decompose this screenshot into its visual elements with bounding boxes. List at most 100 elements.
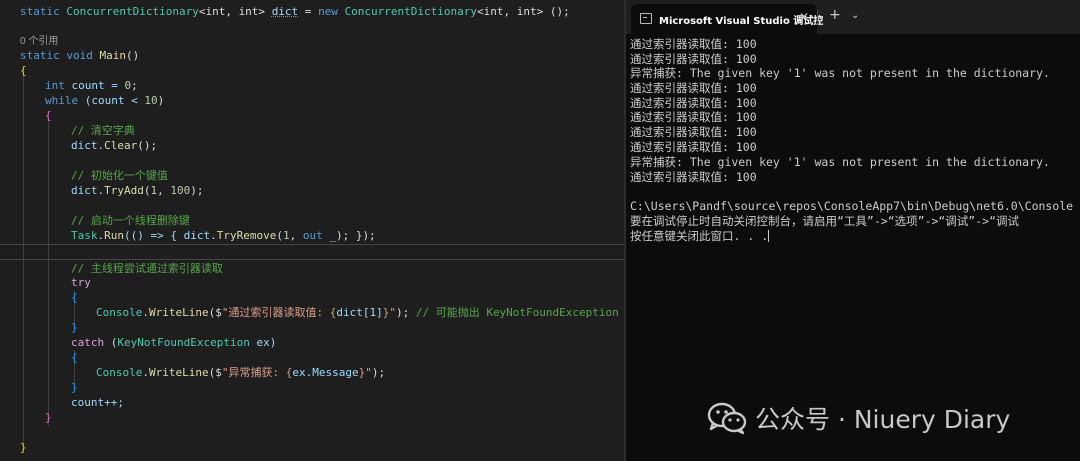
count-increment: count++; bbox=[71, 396, 124, 409]
keyword-try: try bbox=[71, 276, 91, 289]
catch-variable: ex) bbox=[249, 336, 277, 349]
output-line: 异常捕获: The given key '1' was not present … bbox=[630, 155, 1050, 169]
open-brace: { bbox=[71, 291, 78, 304]
dot: . bbox=[142, 306, 149, 319]
close-brace: } bbox=[45, 411, 52, 424]
interpolation-open: ($ bbox=[208, 306, 222, 319]
open-paren: ( bbox=[143, 184, 151, 197]
wechat-icon bbox=[707, 402, 747, 435]
method-main: Main bbox=[99, 49, 127, 62]
debug-console-window[interactable]: Microsoft Visual Studio 调试控 ✕ + ⌄ 通过索引器读… bbox=[626, 0, 1080, 461]
terminal-title-bar: Microsoft Visual Studio 调试控 ✕ + ⌄ bbox=[626, 0, 1080, 34]
code-line-console-exception[interactable]: Console.WriteLine($"异常捕获: {ex.Message}")… bbox=[96, 365, 385, 380]
console-icon bbox=[640, 13, 652, 24]
code-line-comment-clear[interactable]: // 清空字典 bbox=[71, 123, 135, 138]
output-line: 通过索引器读取值: 100 bbox=[630, 52, 757, 66]
output-line-path: C:\Users\Pandf\source\repos\ConsoleApp7\… bbox=[630, 199, 1074, 213]
code-line-dict-tryadd[interactable]: dict.TryAdd(1, 100); bbox=[71, 183, 204, 198]
keyword-out: out bbox=[302, 229, 323, 242]
code-line-close-brace[interactable]: } bbox=[71, 380, 78, 395]
while-condition: (count < bbox=[78, 94, 145, 107]
output-line: 通过索引器读取值: 100 bbox=[630, 170, 757, 184]
dot: . bbox=[142, 366, 149, 379]
method-tryadd: TryAdd bbox=[104, 184, 144, 197]
call-end: ); bbox=[371, 366, 386, 379]
close-brace: } bbox=[71, 381, 78, 394]
indent-guide bbox=[48, 118, 49, 426]
current-line-highlight bbox=[0, 244, 625, 260]
open-paren: ( bbox=[104, 336, 118, 349]
chevron-down-icon[interactable]: ⌄ bbox=[851, 10, 859, 21]
method-writeline: WriteLine bbox=[148, 366, 209, 379]
watermark: 公众号 · Niuery Diary bbox=[707, 398, 1010, 438]
codelens-reference-count[interactable]: 0 个引用 bbox=[20, 33, 58, 48]
assign-operator: = bbox=[298, 5, 319, 18]
output-line: 通过索引器读取值: 100 bbox=[630, 96, 757, 110]
code-line-close-brace[interactable]: } bbox=[20, 440, 27, 455]
code-line-while[interactable]: while (count < 10) bbox=[45, 93, 164, 108]
code-line-count-declaration[interactable]: int count = 0; bbox=[45, 78, 138, 93]
code-line-close-brace[interactable]: } bbox=[45, 410, 52, 425]
code-line-open-brace[interactable]: { bbox=[45, 108, 52, 123]
open-brace: { bbox=[45, 109, 52, 122]
code-line-open-brace[interactable]: { bbox=[71, 290, 78, 305]
code-line-catch[interactable]: catch (KeyNotFoundException ex) bbox=[71, 335, 276, 350]
close-brace: } bbox=[20, 441, 27, 454]
string-literal: "异常捕获: { bbox=[221, 366, 293, 379]
comment: // 可能抛出 KeyNotFoundException bbox=[409, 306, 619, 319]
code-line-comment-init[interactable]: // 初始化一个键值 bbox=[71, 168, 168, 183]
code-line-task-run[interactable]: Task.Run(() => { dict.TryRemove(1, out _… bbox=[71, 228, 376, 243]
code-line-comment-thread[interactable]: // 启动一个线程删除键 bbox=[71, 213, 190, 228]
code-line-console-read[interactable]: Console.WriteLine($"通过索引器读取值: {dict[1]}"… bbox=[96, 305, 619, 320]
close-tab-icon[interactable]: ✕ bbox=[799, 10, 809, 24]
dict-access: dict. bbox=[71, 139, 105, 152]
comment: // 主线程尝试通过索引器读取 bbox=[71, 262, 223, 275]
method-tryremove: TryRemove bbox=[216, 229, 277, 242]
output-line: 通过索引器读取值: 100 bbox=[630, 110, 757, 124]
code-line-dict-clear[interactable]: dict.Clear(); bbox=[71, 138, 157, 153]
keyword-static: static bbox=[20, 5, 60, 18]
new-tab-button[interactable]: + bbox=[829, 7, 841, 23]
output-line-hint: 要在调试停止时自动关闭控制台，请启用“工具”->“选项”->“调试”->“调试 bbox=[630, 214, 1020, 228]
code-line-field-declaration[interactable]: static ConcurrentDictionary<int, int> di… bbox=[20, 4, 570, 19]
reference-hint[interactable]: 0 个引用 bbox=[20, 36, 58, 47]
generic-args: <int, int> bbox=[198, 5, 272, 18]
code-line-count-increment[interactable]: count++; bbox=[71, 395, 124, 410]
semicolon: ; bbox=[131, 79, 138, 92]
code-line-comment-main[interactable]: // 主线程尝试通过索引器读取 bbox=[71, 261, 223, 276]
code-line-try[interactable]: try bbox=[71, 275, 91, 290]
open-brace: { bbox=[71, 351, 78, 364]
tab-separator bbox=[817, 9, 818, 25]
method-writeline: WriteLine bbox=[148, 306, 209, 319]
output-line: 通过索引器读取值: 100 bbox=[630, 81, 757, 95]
count-declaration: count = bbox=[64, 79, 125, 92]
keyword-catch: catch bbox=[71, 336, 105, 349]
code-editor[interactable]: static ConcurrentDictionary <int, int> di… bbox=[0, 0, 625, 461]
comma: , bbox=[289, 229, 303, 242]
comment: // 启动一个线程删除键 bbox=[71, 214, 190, 227]
keyword-int: int bbox=[45, 79, 65, 92]
type-console: Console bbox=[96, 366, 143, 379]
discard-close: _); }); bbox=[322, 229, 376, 242]
code-line-close-brace[interactable]: } bbox=[71, 320, 78, 335]
output-line: 通过索引器读取值: 100 bbox=[630, 140, 757, 154]
keyword-new: new bbox=[318, 5, 338, 18]
indent-guide bbox=[23, 72, 24, 444]
open-paren: ( bbox=[276, 229, 283, 242]
interpolation-open: ($ bbox=[208, 366, 222, 379]
type-concurrent-dictionary: ConcurrentDictionary bbox=[344, 5, 478, 18]
exception-message: ex.Message bbox=[292, 366, 359, 379]
string-literal: }" bbox=[382, 306, 396, 319]
keyword-static: static bbox=[20, 49, 60, 62]
string-literal: "通过索引器读取值: { bbox=[221, 306, 337, 319]
terminal-tab[interactable]: Microsoft Visual Studio 调试控 ✕ bbox=[631, 4, 823, 34]
watermark-text: 公众号 · Niuery Diary bbox=[755, 405, 1011, 434]
code-line-open-brace[interactable]: { bbox=[71, 350, 78, 365]
comment: // 清空字典 bbox=[71, 124, 135, 137]
code-line-open-brace[interactable]: { bbox=[20, 63, 27, 78]
open-brace: { bbox=[20, 64, 27, 77]
code-line-main-signature[interactable]: static void Main() bbox=[20, 48, 139, 63]
number-literal: 1 bbox=[282, 229, 290, 242]
prompt-text: 按任意键关闭此窗口. . . bbox=[630, 229, 769, 243]
method-clear: Clear bbox=[104, 139, 138, 152]
